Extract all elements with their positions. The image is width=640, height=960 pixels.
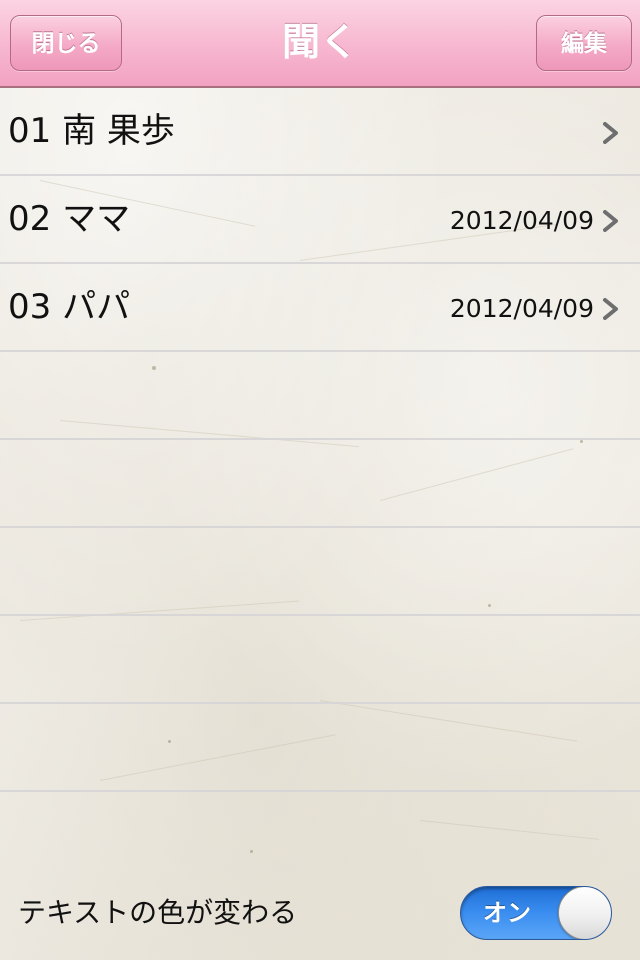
list-item-date: 2012/04/09 <box>449 206 594 235</box>
toggle-knob[interactable] <box>558 887 611 939</box>
edit-button[interactable]: 編集 <box>536 15 632 71</box>
recordings-list: 01 南 果歩 02 ママ 2012/04/09 03 パパ 2012/04/0… <box>0 88 640 792</box>
list-item[interactable]: 01 南 果歩 <box>0 88 640 176</box>
list-item-title: 03 パパ <box>8 287 131 327</box>
empty-list-row <box>0 528 640 616</box>
list-item[interactable]: 03 パパ 2012/04/09 <box>0 264 640 352</box>
empty-list-row <box>0 440 640 528</box>
text-color-toggle[interactable]: オン <box>460 886 612 940</box>
list-item-title: 02 ママ <box>8 199 131 239</box>
page-title: 聞く <box>281 20 358 64</box>
list-item-title: 01 南 果歩 <box>8 111 175 151</box>
chevron-right-icon <box>603 298 618 320</box>
empty-list-row <box>0 616 640 704</box>
chevron-right-icon <box>603 210 618 232</box>
empty-list-row <box>0 704 640 792</box>
text-color-setting-label: テキストの色が変わる <box>18 896 298 929</box>
list-item[interactable]: 02 ママ 2012/04/09 <box>0 176 640 264</box>
chevron-right-icon <box>603 122 618 144</box>
list-item-date: 2012/04/09 <box>449 294 594 323</box>
toggle-state-label: オン <box>483 899 531 927</box>
close-button[interactable]: 閉じる <box>10 15 122 71</box>
navigation-bar: 閉じる 聞く 編集 <box>0 0 640 88</box>
empty-list-row <box>0 352 640 440</box>
